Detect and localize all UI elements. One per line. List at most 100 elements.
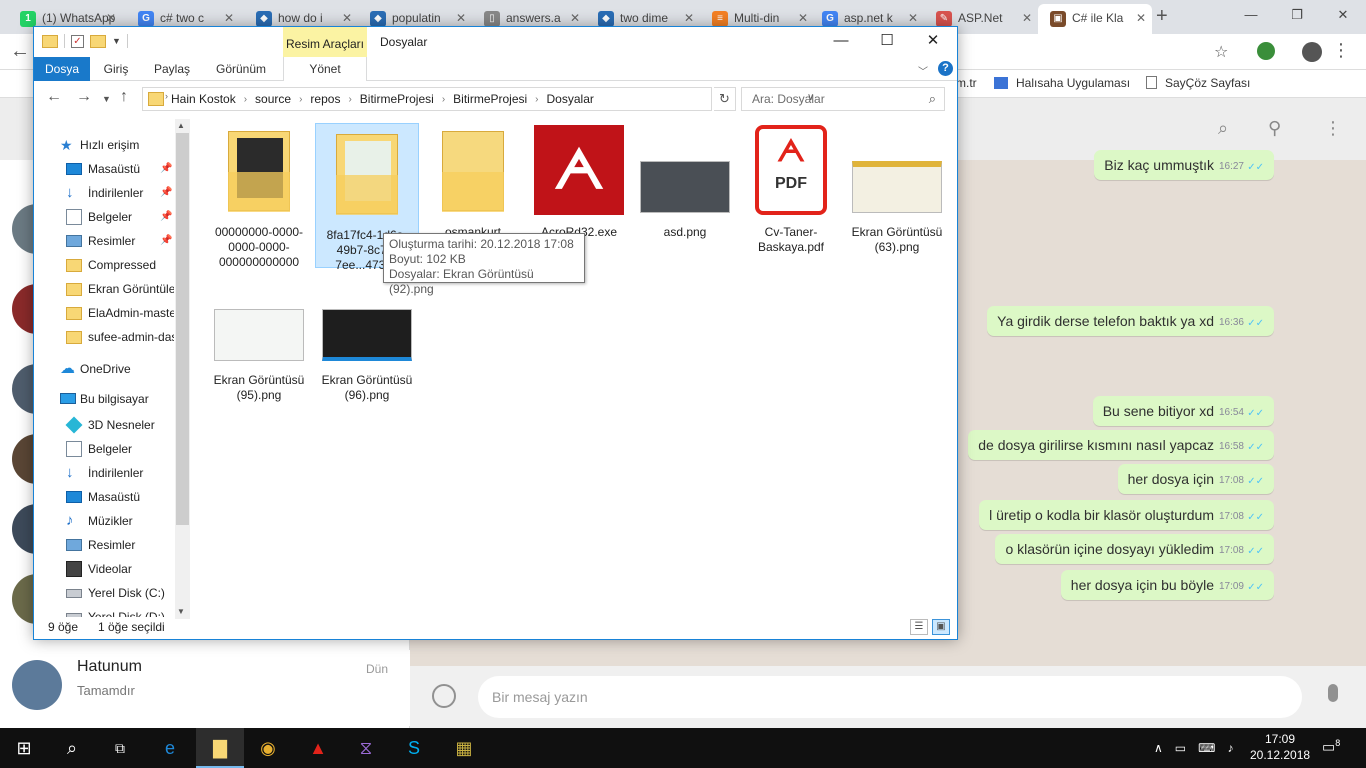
minimize-icon[interactable]: — xyxy=(818,27,864,57)
close-tab-icon[interactable]: ✕ xyxy=(1136,4,1146,32)
nav-item[interactable]: ☁ OneDrive xyxy=(34,357,174,381)
message-bubble[interactable]: Ya girdik derse telefon baktık ya xd 16:3… xyxy=(987,306,1274,336)
bookmark-star-icon[interactable]: ☆ xyxy=(1214,42,1228,62)
tab-share[interactable]: Paylaş xyxy=(150,57,194,81)
file-item[interactable]: Ekran Görüntüsü (63).png xyxy=(845,121,949,266)
close-icon[interactable]: ✕ xyxy=(1320,0,1366,30)
breadcrumb-item[interactable]: repos xyxy=(310,92,340,106)
recent-locations-icon[interactable]: ▼ xyxy=(102,94,111,104)
refresh-icon[interactable]: ↻ xyxy=(714,87,736,111)
breadcrumb-item[interactable]: source xyxy=(255,92,291,106)
file-item[interactable]: ᗅ PDF Cv-Taner-Baskaya.pdf xyxy=(739,121,843,266)
profile-icon[interactable] xyxy=(1302,42,1322,62)
nav-item[interactable]: Resimler xyxy=(34,533,174,557)
chrome-icon[interactable]: ◉ xyxy=(244,728,292,768)
bookmark-item[interactable]: m.tr xyxy=(956,76,977,90)
nav-item[interactable]: Bu bilgisayar xyxy=(34,387,174,411)
notification-center-icon[interactable]: ▭8 xyxy=(1322,738,1340,756)
new-folder-icon[interactable] xyxy=(90,34,106,48)
chevron-right-icon[interactable]: › xyxy=(535,94,538,105)
chevron-right-icon[interactable]: › xyxy=(165,91,168,101)
chevron-up-icon[interactable]: ∧ xyxy=(1154,741,1163,755)
chevron-right-icon[interactable]: › xyxy=(442,94,445,105)
clock[interactable]: 17:09 20.12.2018 xyxy=(1250,731,1310,763)
browser-tab[interactable]: ▣ C# ile Kla ✕ xyxy=(1038,4,1152,34)
bookmark-item[interactable]: SayÇöz Sayfası xyxy=(1146,76,1250,90)
new-tab-button[interactable]: + xyxy=(1156,5,1168,28)
tab-manage[interactable]: Yönet xyxy=(283,57,367,81)
message-bubble[interactable]: her dosya için bu böyle 17:09 ✓✓ xyxy=(1060,570,1274,600)
extension-icon[interactable] xyxy=(1257,42,1275,60)
nav-item[interactable]: Videolar xyxy=(34,557,174,581)
breadcrumb-item[interactable]: Dosyalar xyxy=(547,92,594,106)
message-bubble[interactable]: Bu sene bitiyor xd 16:54 ✓✓ xyxy=(1092,396,1274,426)
customize-qat-icon[interactable]: ▼ xyxy=(112,36,121,46)
address-bar[interactable]: › Hain Kostok › source › repos › BitirmeProjes… xyxy=(142,87,814,111)
menu-dots-icon[interactable]: ⋮ xyxy=(1332,40,1350,61)
bookmark-item[interactable]: Halısaha Uygulaması xyxy=(994,76,1130,90)
file-item[interactable]: 00000000-0000-0000-0000-000000000000 xyxy=(207,121,311,269)
nav-item[interactable]: Ekran Görüntüleri xyxy=(34,277,174,301)
message-bubble[interactable]: de dosya girilirse kısmını nasıl yapcaz 1… xyxy=(968,430,1274,460)
message-input[interactable]: Bir mesaj yazın xyxy=(478,676,1302,718)
help-icon[interactable]: ? xyxy=(938,61,953,76)
expand-ribbon-icon[interactable]: ﹀ xyxy=(918,63,928,78)
breadcrumb-item[interactable]: BitirmeProjesi xyxy=(453,92,527,106)
nav-item[interactable]: Yerel Disk (D:) xyxy=(34,605,174,617)
tab-view[interactable]: Görünüm xyxy=(210,57,272,81)
nav-item[interactable]: Resimler 📌 xyxy=(34,229,174,253)
nav-item[interactable]: ↓ İndirilenler xyxy=(34,461,174,485)
chevron-right-icon[interactable]: › xyxy=(244,94,247,105)
microphone-icon[interactable] xyxy=(1328,684,1338,702)
message-bubble[interactable]: o klasörün içine dosyayı yükledim 17:08 ✓✓ xyxy=(995,534,1274,564)
file-item[interactable]: Ekran Görüntüsü (95).png xyxy=(207,269,311,414)
restore-icon[interactable]: ❐ xyxy=(1274,0,1320,30)
message-bubble[interactable]: Biz kaç ummuştık 16:27 ✓✓ xyxy=(1094,150,1274,180)
message-bubble[interactable]: l üretip o kodla bir klasör oluşturdum 17… xyxy=(979,500,1274,530)
tab-home[interactable]: Giriş xyxy=(96,57,136,81)
menu-dots-icon[interactable]: ⋮ xyxy=(1324,118,1342,139)
search-input[interactable]: Ara: Dosyalar ⌕ xyxy=(741,87,945,111)
up-arrow-icon[interactable]: ↑ xyxy=(120,88,128,106)
chat-list-item[interactable]: Hatunum Tamamdır Dün xyxy=(0,650,410,726)
acrobat-icon[interactable]: ▲ xyxy=(294,728,342,768)
windows-start-icon[interactable]: ⊞ xyxy=(0,728,48,768)
forward-arrow-icon[interactable]: → xyxy=(76,88,92,106)
app-icon[interactable]: ▦ xyxy=(440,728,488,768)
message-bubble[interactable]: her dosya için 17:08 ✓✓ xyxy=(1117,464,1274,494)
nav-item[interactable]: Masaüstü xyxy=(34,485,174,509)
nav-item[interactable]: ElaAdmin-master xyxy=(34,301,174,325)
attach-icon[interactable]: ⚲ xyxy=(1268,118,1281,139)
scroll-up-icon[interactable]: ▲ xyxy=(177,121,185,130)
nav-item[interactable]: ★ Hızlı erişim xyxy=(34,133,174,157)
search-icon[interactable]: ⌕ xyxy=(1218,118,1228,139)
task-view-icon[interactable]: ⧉ xyxy=(96,728,144,768)
nav-item[interactable]: Belgeler 📌 xyxy=(34,205,174,229)
scroll-down-icon[interactable]: ▼ xyxy=(177,607,185,616)
chevron-right-icon[interactable]: › xyxy=(299,94,302,105)
nav-item[interactable]: Yerel Disk (C:) xyxy=(34,581,174,605)
maximize-icon[interactable]: ☐ xyxy=(864,27,910,57)
details-view-icon[interactable]: ☰ xyxy=(910,619,928,635)
emoji-icon[interactable] xyxy=(432,684,456,708)
nav-item[interactable]: 3D Nesneler xyxy=(34,413,174,437)
skype-icon[interactable]: S xyxy=(390,728,438,768)
file-item[interactable]: asd.png xyxy=(633,121,737,266)
nav-item[interactable]: Masaüstü 📌 xyxy=(34,157,174,181)
back-arrow-icon[interactable]: ← xyxy=(10,40,30,63)
search-icon[interactable]: ⌕ xyxy=(48,728,96,768)
nav-item[interactable]: ♪ Müzikler xyxy=(34,509,174,533)
close-icon[interactable]: ✕ xyxy=(910,27,956,57)
battery-icon[interactable]: ▭ xyxy=(1175,741,1186,755)
scrollbar-thumb[interactable] xyxy=(176,133,189,525)
file-explorer-icon[interactable]: ▇ xyxy=(196,728,244,768)
navigation-pane-scrollbar[interactable]: ▲ ▼ xyxy=(175,119,190,619)
back-arrow-icon[interactable]: ← xyxy=(46,88,62,106)
nav-item[interactable]: Belgeler xyxy=(34,437,174,461)
nav-item[interactable]: ↓ İndirilenler 📌 xyxy=(34,181,174,205)
edge-icon[interactable]: e xyxy=(146,728,194,768)
breadcrumb-item[interactable]: BitirmeProjesi xyxy=(360,92,434,106)
chevron-right-icon[interactable]: › xyxy=(348,94,351,105)
network-icon[interactable]: ⌨ xyxy=(1198,741,1215,755)
visual-studio-icon[interactable]: ⧖ xyxy=(342,728,390,768)
